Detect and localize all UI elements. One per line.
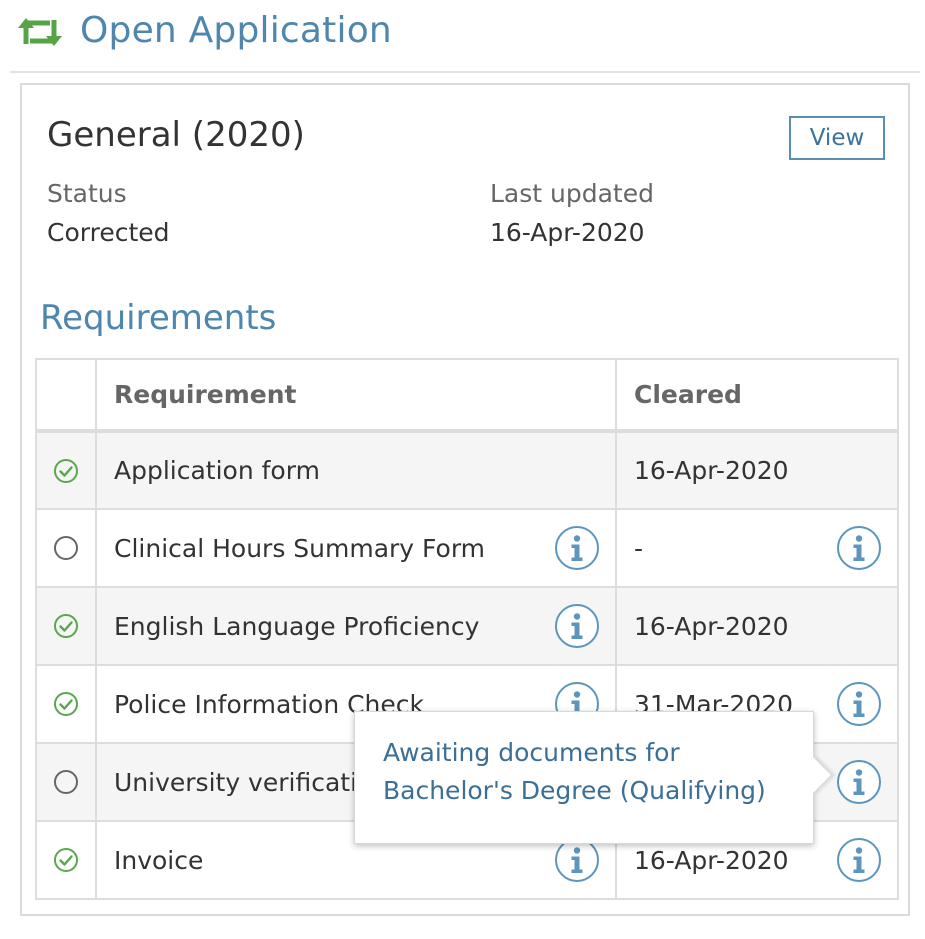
info-icon[interactable] <box>836 837 882 883</box>
table-row: Clinical Hours Summary Form - <box>35 508 899 588</box>
requirement-name: University verification <box>114 767 389 797</box>
tooltip-line-2: Bachelor's Degree (Qualifying) <box>383 776 766 805</box>
requirement-name: Invoice <box>114 845 204 875</box>
empty-circle-icon <box>35 508 97 588</box>
page-title: Open Application <box>80 10 392 51</box>
cleared-cell: 16-Apr-2020 <box>615 430 899 510</box>
table-header-row: Requirement Cleared <box>35 358 899 433</box>
cleared-cell: - <box>615 508 899 588</box>
application-title: General (2020) <box>47 115 305 155</box>
cleared-date: - <box>634 533 644 563</box>
cleared-date: 16-Apr-2020 <box>634 845 789 875</box>
status-column-header <box>35 358 97 433</box>
requirement-tooltip: Awaiting documents for Bachelor's Degree… <box>354 711 833 844</box>
check-circle-icon <box>35 820 97 900</box>
info-icon[interactable] <box>836 759 882 805</box>
check-circle-icon <box>35 430 97 510</box>
empty-circle-icon <box>35 742 97 822</box>
last-updated-label: Last updated <box>490 179 654 208</box>
requirement-cell: English Language Proficiency <box>95 586 617 666</box>
info-icon[interactable] <box>836 525 882 571</box>
cleared-column-header: Cleared <box>615 358 899 433</box>
requirement-cell: Application form <box>95 430 617 510</box>
cleared-date: 16-Apr-2020 <box>634 611 789 641</box>
requirement-name: Application form <box>114 456 320 485</box>
requirement-cell: Clinical Hours Summary Form <box>95 508 617 588</box>
cleared-cell: 16-Apr-2020 <box>615 586 899 666</box>
requirement-name: English Language Proficiency <box>114 611 480 641</box>
requirements-heading: Requirements <box>40 298 277 338</box>
retweet-icon <box>18 18 62 46</box>
tooltip-line-1: Awaiting documents for <box>383 738 680 767</box>
info-icon[interactable] <box>554 525 600 571</box>
check-circle-icon <box>35 664 97 744</box>
status-value: Corrected <box>47 218 170 247</box>
info-icon[interactable] <box>554 603 600 649</box>
info-icon[interactable] <box>836 681 882 727</box>
requirement-column-header: Requirement <box>95 358 617 433</box>
table-row: Application form 16-Apr-2020 <box>35 430 899 510</box>
table-row: English Language Proficiency 16-Apr-2020 <box>35 586 899 666</box>
page-header: Open Application <box>10 0 920 73</box>
view-button[interactable]: View <box>789 116 885 160</box>
requirement-name: Clinical Hours Summary Form <box>114 533 486 563</box>
cleared-date: 16-Apr-2020 <box>634 456 789 485</box>
status-label: Status <box>47 179 127 208</box>
check-circle-icon <box>35 586 97 666</box>
last-updated-value: 16-Apr-2020 <box>490 218 645 247</box>
